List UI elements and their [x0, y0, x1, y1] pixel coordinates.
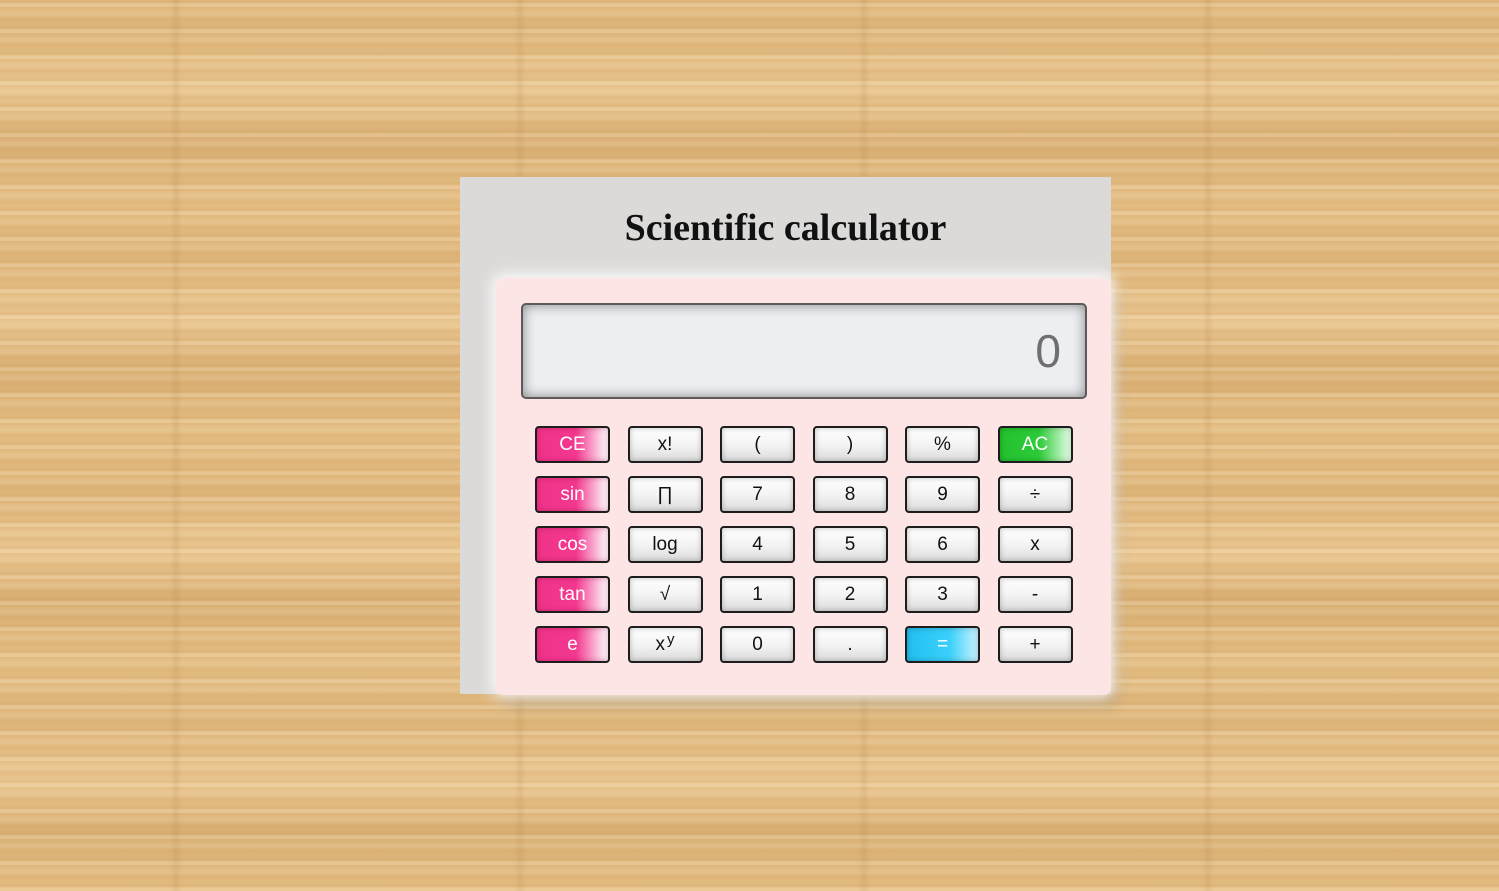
sin-button[interactable]: sin — [535, 476, 610, 513]
key-label: √ — [659, 583, 671, 605]
key-label: log — [652, 533, 678, 555]
digit-6-button[interactable]: 6 — [905, 526, 980, 563]
key-label: 0 — [752, 633, 763, 655]
sqrt-button[interactable]: √ — [627, 576, 703, 613]
open-paren-button[interactable]: ( — [720, 426, 795, 463]
key-label: x — [1030, 533, 1040, 555]
key-label: 8 — [844, 483, 856, 505]
key-label: cos — [557, 533, 588, 555]
all-clear-button[interactable]: AC — [997, 426, 1073, 463]
multiply-button[interactable]: x — [997, 526, 1073, 563]
digit-8-button[interactable]: 8 — [812, 476, 888, 513]
key-label: tan — [559, 583, 586, 605]
key-label: ∏ — [657, 483, 673, 505]
key-label: CE — [559, 433, 586, 455]
key-label: AC — [1021, 433, 1049, 455]
page-title: Scientific calculator — [624, 207, 947, 249]
key-label: e — [567, 633, 578, 655]
calculator-display: 0 — [521, 303, 1087, 399]
key-label: 6 — [937, 533, 948, 555]
display-value: 0 — [1035, 325, 1061, 377]
digit-0-button[interactable]: 0 — [720, 626, 795, 663]
key-label: 1 — [752, 583, 763, 605]
key-label: sin — [560, 483, 585, 505]
equals-button[interactable]: = — [905, 626, 980, 663]
digit-2-button[interactable]: 2 — [812, 576, 888, 613]
close-paren-button[interactable]: ) — [812, 426, 888, 463]
key-label: - — [1031, 583, 1039, 605]
key-label: x — [655, 633, 666, 655]
ce-button[interactable]: CE — [535, 426, 610, 463]
digit-3-button[interactable]: 3 — [905, 576, 980, 613]
digit-5-button[interactable]: 5 — [812, 526, 888, 563]
power-button[interactable]: xy — [627, 626, 703, 663]
keypad: CE x! ( ) % AC sin ∏ 7 8 9 ÷ cos log 4 5… — [535, 426, 1073, 663]
key-label: 4 — [752, 533, 763, 555]
key-label: 5 — [844, 533, 856, 555]
key-label: 3 — [937, 583, 948, 605]
key-label: 2 — [844, 583, 856, 605]
key-label: ) — [846, 433, 854, 455]
decimal-button[interactable]: . — [812, 626, 888, 663]
add-button[interactable]: + — [997, 626, 1073, 663]
key-label: ( — [754, 433, 761, 455]
digit-7-button[interactable]: 7 — [720, 476, 795, 513]
key-label: ÷ — [1029, 483, 1041, 505]
key-label: % — [934, 433, 951, 455]
key-label: 7 — [752, 483, 763, 505]
key-label: = — [936, 633, 949, 655]
key-label: 9 — [937, 483, 948, 505]
key-label: x! — [657, 433, 673, 455]
e-button[interactable]: e — [535, 626, 610, 663]
percent-button[interactable]: % — [905, 426, 980, 463]
digit-9-button[interactable]: 9 — [905, 476, 980, 513]
cos-button[interactable]: cos — [535, 526, 610, 563]
key-superscript: y — [667, 631, 675, 648]
log-button[interactable]: log — [627, 526, 703, 563]
divide-button[interactable]: ÷ — [997, 476, 1073, 513]
digit-1-button[interactable]: 1 — [720, 576, 795, 613]
key-label: . — [847, 633, 853, 655]
pi-button[interactable]: ∏ — [627, 476, 703, 513]
digit-4-button[interactable]: 4 — [720, 526, 795, 563]
subtract-button[interactable]: - — [997, 576, 1073, 613]
tan-button[interactable]: tan — [535, 576, 610, 613]
key-label: + — [1029, 633, 1041, 655]
factorial-button[interactable]: x! — [627, 426, 703, 463]
